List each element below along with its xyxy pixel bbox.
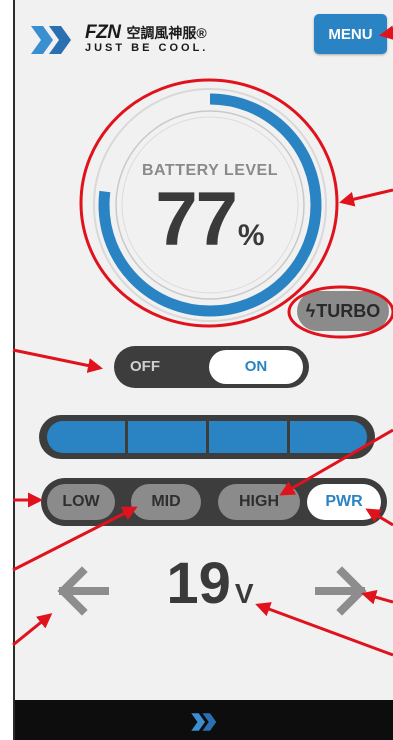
toggle-off-label: OFF [130,358,160,375]
app-screen: FZN 空調風神服® JUST BE COOL. MENU BATTERY LEV… [13,0,393,740]
battery-percent-number: 77 [155,177,238,262]
fan-level-segment [290,421,367,453]
brand-name: FZN [85,22,121,43]
mode-low-button[interactable]: LOW [47,484,115,520]
power-toggle[interactable]: OFF ON [114,346,309,388]
voltage-value: 19 [166,551,231,616]
app-header: FZN 空調風神服® JUST BE COOL. MENU [15,0,393,72]
lightning-icon: ϟ [305,300,316,321]
turbo-button[interactable]: ϟ TURBO [297,291,389,331]
turbo-label: TURBO [316,300,381,321]
arrow-left-icon[interactable] [55,566,115,616]
mode-selector: LOW MID HIGH PWR [41,478,387,526]
mode-mid-button[interactable]: MID [131,484,201,520]
toggle-on-label: ON [244,358,268,375]
voltage-unit: V [234,578,254,609]
mode-pwr-button[interactable]: PWR [307,484,381,520]
brand-tagline: JUST BE COOL. [85,42,209,54]
voltage-display: 19 V [125,550,295,617]
battery-percent-unit: % [237,219,265,252]
fzn-logo-icon [31,26,71,54]
brand-logo-text: FZN 空調風神服® [85,22,207,44]
menu-button[interactable]: MENU [314,14,387,54]
fan-level-segment [209,421,287,453]
battery-level-value: 77% [85,176,335,263]
brand-chinese-name: 空調風神服® [126,25,207,41]
fzn-logo-icon [191,713,217,731]
fan-level-bar [39,415,375,459]
fan-level-segment [128,421,206,453]
fan-level-segment [47,421,125,453]
arrow-right-icon[interactable] [309,566,369,616]
mode-high-button[interactable]: HIGH [218,484,300,520]
